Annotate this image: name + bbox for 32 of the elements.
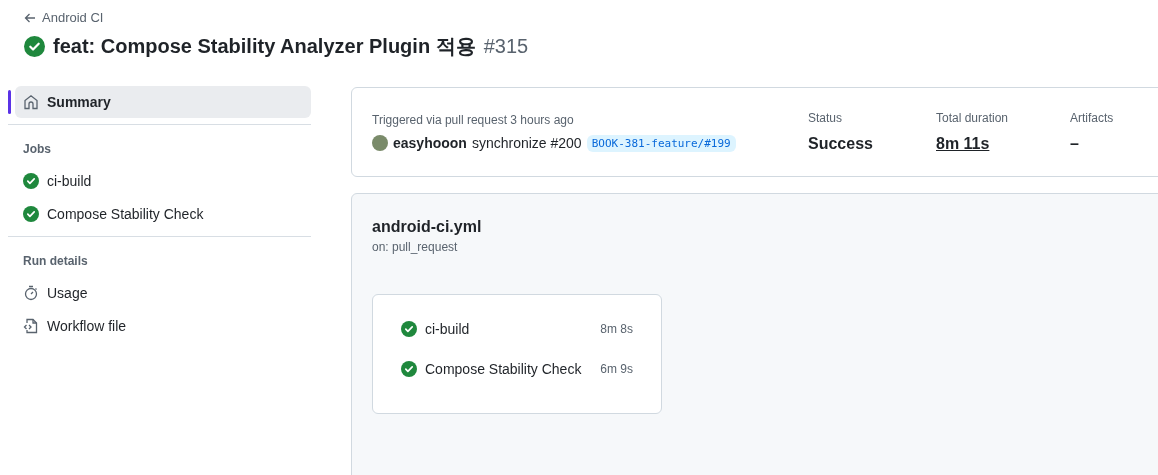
back-arrow-icon (24, 11, 36, 24)
stat-label: Total duration (936, 111, 1010, 125)
stat-link[interactable]: 8m 11s (936, 135, 1070, 153)
branch-tag[interactable]: BOOK-381-feature/#199 (586, 134, 736, 152)
file-code-icon (23, 318, 39, 334)
trigger-text: Triggered via pull request 3 hours ago (372, 112, 575, 127)
job-duration: 8m 8s (600, 322, 633, 336)
stopwatch-icon (23, 285, 39, 301)
section-heading: Run details (22, 253, 89, 270)
event-text: synchronize #200 (471, 135, 582, 151)
sidebar-item[interactable]: Workflow file (15, 310, 311, 342)
sidebar-item[interactable]: Compose Stability Check (15, 198, 311, 230)
workflow-name: android-ci.yml (372, 218, 483, 236)
run-number: #315 (483, 35, 529, 58)
stat-value: Success (808, 135, 874, 153)
stat-label: Artifacts (1070, 111, 1115, 125)
job-name[interactable]: ci-build (425, 321, 593, 337)
run-title: feat: Compose Stability Analyzer Plugin 적용 (53, 34, 476, 59)
sidebar-item[interactable]: Summary (15, 86, 311, 118)
job-name[interactable]: Compose Stability Check (425, 361, 593, 377)
sidebar-item[interactable]: ci-build (15, 165, 311, 197)
workflow-trigger: on: pull_request (372, 240, 459, 254)
home-icon (23, 94, 39, 110)
avatar (372, 135, 388, 151)
stat-label: Status (808, 111, 844, 125)
job-duration: 6m 9s (600, 362, 633, 376)
sidebar-item[interactable]: Usage (15, 277, 311, 309)
back-link[interactable]: Android CI (24, 10, 1134, 25)
back-link-label[interactable]: Android CI (42, 10, 104, 25)
stat-value: – (1070, 135, 1080, 153)
section-heading: Jobs (22, 141, 52, 158)
actor-name[interactable]: easyhooon (393, 135, 467, 151)
